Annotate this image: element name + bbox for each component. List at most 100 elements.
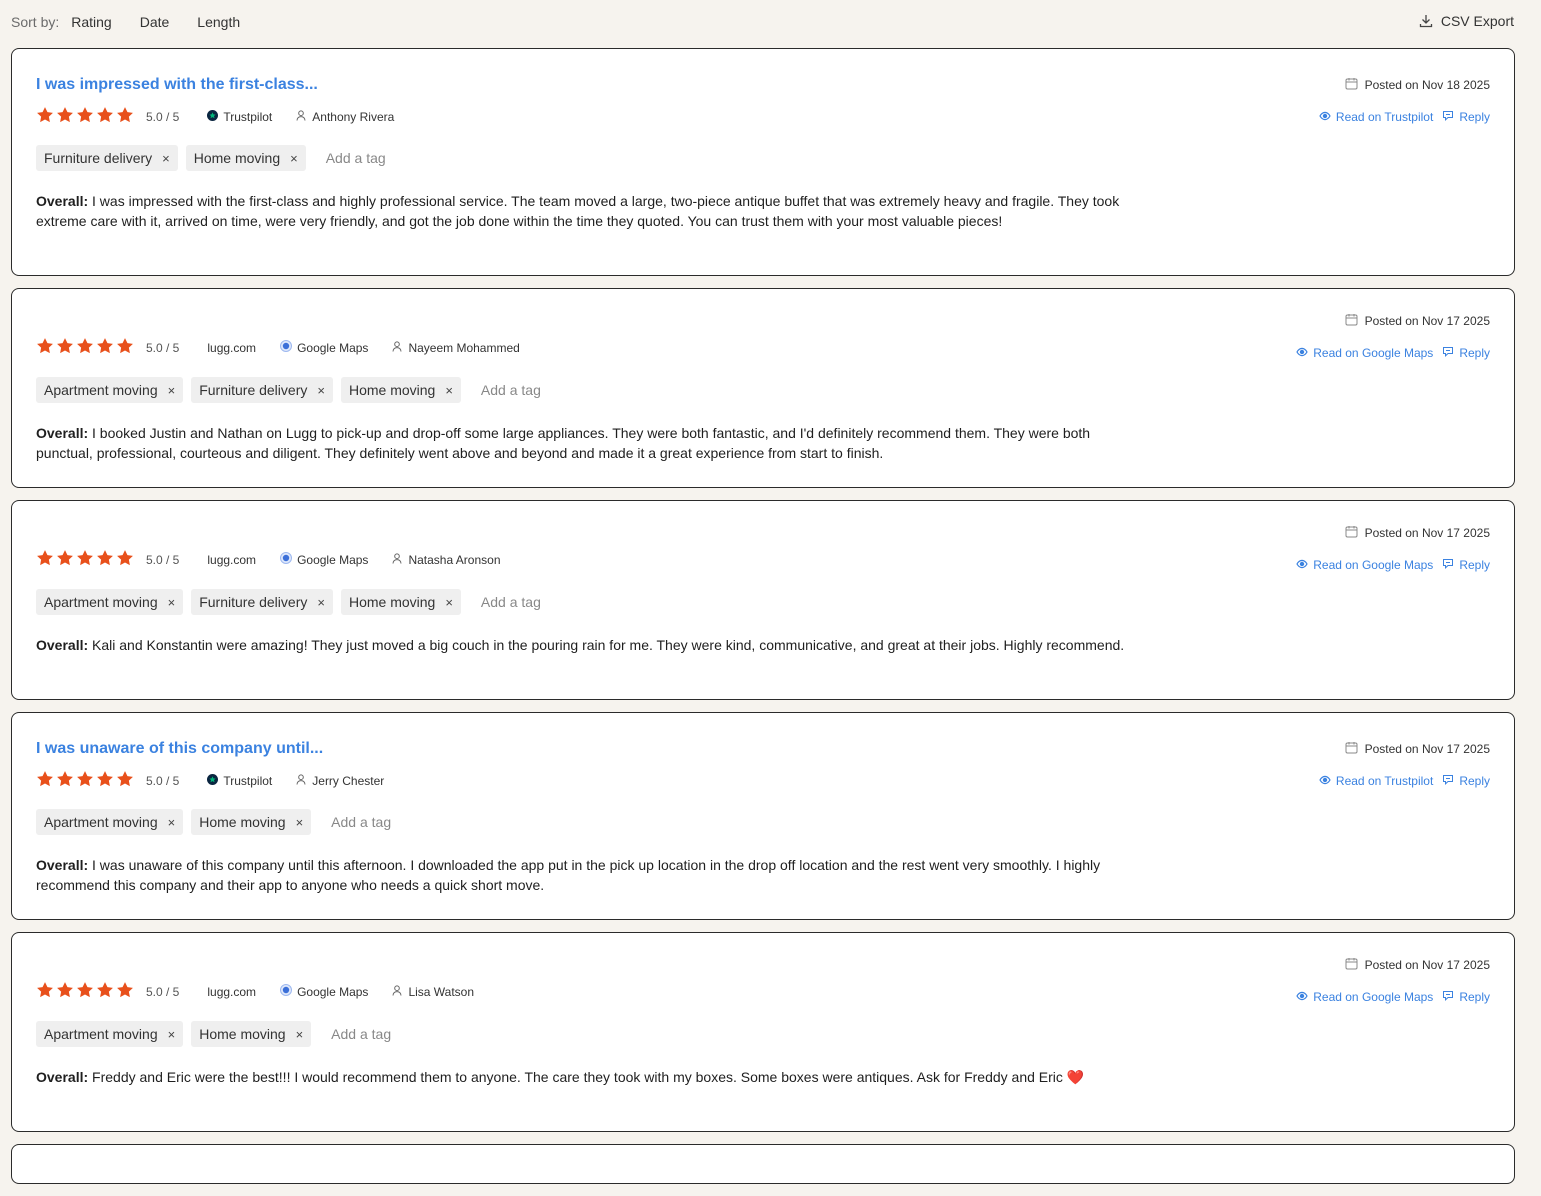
review-title[interactable]: I was unaware of this company until... — [36, 740, 323, 758]
reply-icon — [1442, 346, 1459, 360]
remove-tag-icon[interactable]: × — [290, 151, 298, 166]
review-text: I was impressed with the first-class and… — [36, 193, 1120, 229]
tag-chip: Apartment moving × — [36, 1021, 184, 1047]
star-icon — [96, 337, 116, 358]
star-icon — [96, 770, 116, 791]
author-name: Anthony Rivera — [312, 109, 395, 124]
review-meta: 5.0 / 5 lugg.com Google Maps Natasha Aron… — [36, 549, 501, 570]
remove-tag-icon[interactable]: × — [168, 383, 176, 398]
remove-tag-icon[interactable]: × — [445, 383, 453, 398]
reply-button[interactable]: Reply — [1442, 110, 1490, 124]
posted-label: Posted on Nov 17 2025 — [1364, 314, 1490, 328]
tag-label: Apartment moving — [44, 814, 158, 830]
sort-option-date[interactable]: Date — [140, 14, 170, 30]
source-label: Google Maps — [297, 552, 369, 567]
overall-label: Overall: — [36, 1069, 89, 1085]
tag-list: Furniture delivery × Home moving × Add a… — [36, 145, 386, 171]
tag-chip: Furniture delivery × — [191, 377, 333, 403]
review-actions: Read on Google Maps Reply — [1296, 346, 1490, 360]
tag-chip: Apartment moving × — [36, 589, 184, 615]
add-tag-input[interactable]: Add a tag — [481, 382, 541, 398]
add-tag-input[interactable]: Add a tag — [331, 814, 391, 830]
calendar-icon — [1345, 741, 1365, 757]
read-on-label: Read on Trustpilot — [1335, 110, 1434, 124]
sort-label: Sort by: — [11, 14, 60, 30]
rating-text: 5.0 / 5 — [146, 340, 180, 355]
reply-button[interactable]: Reply — [1442, 346, 1490, 360]
star-icon — [116, 549, 136, 570]
star-icon — [96, 981, 116, 1002]
add-tag-input[interactable]: Add a tag — [326, 150, 386, 166]
reply-label: Reply — [1459, 558, 1490, 572]
csv-export-button[interactable]: CSV Export — [1419, 13, 1514, 29]
remove-tag-icon[interactable]: × — [168, 1027, 176, 1042]
reply-icon — [1442, 774, 1459, 788]
star-icon — [116, 981, 136, 1002]
review-title[interactable]: I was impressed with the first-class... — [36, 76, 318, 94]
add-tag-input[interactable]: Add a tag — [331, 1026, 391, 1042]
review-author: Natasha Aronson — [392, 552, 501, 567]
remove-tag-icon[interactable]: × — [296, 1027, 304, 1042]
star-icon — [56, 981, 76, 1002]
read-on-source-link[interactable]: Read on Trustpilot — [1319, 774, 1433, 788]
tag-label: Furniture delivery — [199, 382, 308, 398]
remove-tag-icon[interactable]: × — [317, 595, 325, 610]
google-maps-icon — [280, 984, 297, 999]
read-on-source-link[interactable]: Read on Google Maps — [1296, 346, 1433, 360]
review-actions-panel: Posted on Nov 17 2025 Read on Google Map… — [1296, 525, 1490, 572]
star-icon — [36, 549, 56, 570]
reply-button[interactable]: Reply — [1442, 990, 1490, 1004]
star-rating — [36, 770, 136, 791]
posted-date: Posted on Nov 18 2025 — [1319, 77, 1490, 93]
calendar-icon — [1345, 957, 1365, 973]
tag-list: Apartment moving × Furniture delivery × … — [36, 377, 541, 403]
review-body: Overall: Freddy and Eric were the best!!… — [36, 1067, 1136, 1087]
remove-tag-icon[interactable]: × — [296, 815, 304, 830]
remove-tag-icon[interactable]: × — [317, 383, 325, 398]
read-on-source-link[interactable]: Read on Google Maps — [1296, 990, 1433, 1004]
sort-option-rating[interactable]: Rating — [71, 14, 111, 30]
source-label: Google Maps — [297, 984, 369, 999]
add-tag-input[interactable]: Add a tag — [481, 594, 541, 610]
tag-label: Apartment moving — [44, 382, 158, 398]
remove-tag-icon[interactable]: × — [445, 595, 453, 610]
tag-chip: Home moving × — [340, 377, 461, 403]
reply-button[interactable]: Reply — [1442, 774, 1490, 788]
tag-chip: Home moving × — [191, 1021, 312, 1047]
reply-label: Reply — [1459, 774, 1490, 788]
tag-list: Apartment moving × Home moving × Add a t… — [36, 1021, 391, 1047]
remove-tag-icon[interactable]: × — [162, 151, 170, 166]
reply-button[interactable]: Reply — [1442, 558, 1490, 572]
author-name: Natasha Aronson — [408, 552, 501, 567]
site-domain: lugg.com — [207, 984, 257, 999]
read-on-source-link[interactable]: Read on Trustpilot — [1319, 110, 1433, 124]
rating-text: 5.0 / 5 — [146, 109, 180, 124]
star-icon — [76, 981, 96, 1002]
posted-date: Posted on Nov 17 2025 — [1296, 525, 1490, 541]
star-icon — [76, 549, 96, 570]
review-source: Trustpilot — [207, 109, 272, 124]
review-source: Google Maps — [280, 552, 368, 567]
reply-label: Reply — [1459, 346, 1490, 360]
star-rating — [36, 981, 136, 1002]
user-icon — [296, 773, 312, 788]
author-name: Nayeem Mohammed — [408, 340, 520, 355]
user-icon — [296, 109, 312, 124]
tag-label: Apartment moving — [44, 594, 158, 610]
review-actions-panel: Posted on Nov 17 2025 Read on Google Map… — [1296, 957, 1490, 1004]
trustpilot-icon — [207, 773, 223, 788]
tag-chip: Home moving × — [185, 145, 306, 171]
read-on-source-link[interactable]: Read on Google Maps — [1296, 558, 1433, 572]
remove-tag-icon[interactable]: × — [168, 815, 176, 830]
posted-date: Posted on Nov 17 2025 — [1296, 313, 1490, 329]
review-actions-panel: Posted on Nov 17 2025 Read on Google Map… — [1296, 313, 1490, 360]
remove-tag-icon[interactable]: × — [168, 595, 176, 610]
overall-label: Overall: — [36, 637, 89, 653]
review-source: Google Maps — [280, 984, 368, 999]
review-source: Google Maps — [280, 340, 368, 355]
tag-chip: Furniture delivery × — [191, 589, 333, 615]
star-icon — [116, 770, 136, 791]
reply-icon — [1442, 558, 1459, 572]
tag-chip: Furniture delivery × — [36, 145, 178, 171]
sort-option-length[interactable]: Length — [197, 14, 240, 30]
